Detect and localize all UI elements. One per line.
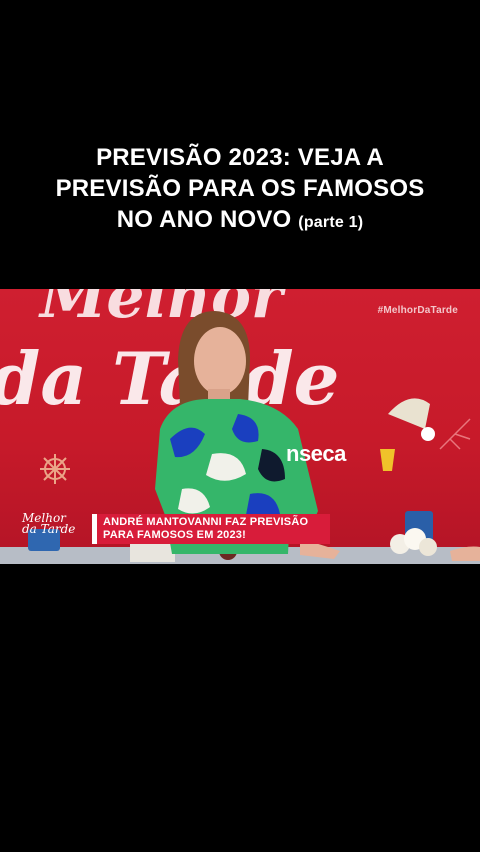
svg-text:Melhor: Melhor xyxy=(38,289,287,332)
headline-line-1: PREVISÃO 2023: VEJA A xyxy=(96,144,384,171)
headline-line-3: NO ANO NOVO (parte 1) xyxy=(0,204,480,238)
headline-line-3-main: NO ANO NOVO xyxy=(116,206,292,233)
set-sign-text: nseca xyxy=(286,441,346,466)
lower-third-line-2: PARA FAMOSOS EM 2023! xyxy=(103,529,246,541)
show-hashtag: #MelhorDaTarde xyxy=(377,305,458,316)
logo-line-2: da Tarde xyxy=(22,522,76,536)
svg-text:da Tarde: da Tarde xyxy=(0,336,340,421)
headline-part-label: (parte 1) xyxy=(298,214,364,231)
channel-logo: Melhor da Tarde xyxy=(22,512,78,553)
headline-line-2: PREVISÃO PARA OS FAMOSOS xyxy=(55,175,425,202)
video-headline: PREVISÃO 2023: VEJA A PREVISÃO PARA OS F… xyxy=(0,142,480,238)
lower-third-caption: ANDRÉ MANTOVANNI FAZ PREVISÃO PARA FAMOS… xyxy=(92,514,330,544)
lower-third-line-1: ANDRÉ MANTOVANNI FAZ PREVISÃO xyxy=(103,516,309,528)
video-frame[interactable]: Melhor da Tarde #MelhorDaTarde nseca Mel… xyxy=(0,289,480,564)
